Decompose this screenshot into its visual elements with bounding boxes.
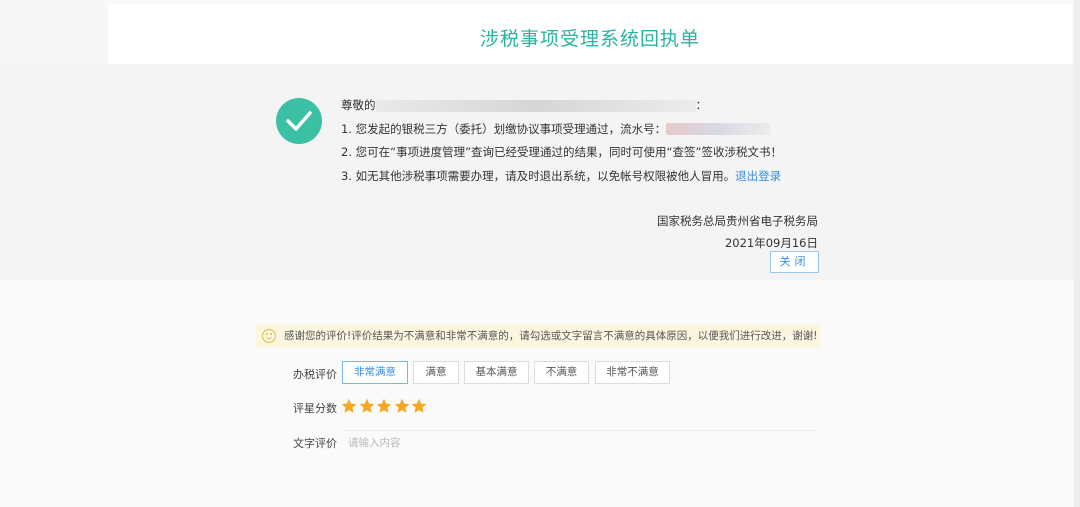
rating-label: 办税评价	[293, 368, 337, 381]
comment-input[interactable]	[342, 430, 818, 454]
header: 涉税事项受理系统回执单	[108, 4, 1072, 64]
page: 涉税事项受理系统回执单 尊敬的 ： 1. 您发起的银税三方（委托）划缴协议事项受理…	[0, 0, 1080, 507]
page-title: 涉税事项受理系统回执单	[479, 28, 700, 50]
scrollbar[interactable]	[1074, 0, 1080, 507]
star-icon[interactable]	[376, 398, 392, 414]
redacted-serial-number	[666, 123, 771, 135]
logout-link[interactable]: 退出登录	[735, 169, 781, 183]
option-very-satisfied[interactable]: 非常满意	[342, 361, 408, 384]
close-button[interactable]: 关闭	[770, 251, 819, 273]
smile-icon	[262, 329, 276, 343]
evaluation-notice: 感谢您的评价!评价结果为不满意和非常不满意的，请勾选或文字留言不满意的具体原因，…	[256, 324, 820, 348]
message-line-1: 1. 您发起的银税三方（委托）划缴协议事项受理通过，流水号：	[341, 118, 821, 142]
option-very-dissatisfied[interactable]: 非常不满意	[595, 361, 670, 384]
signature-org: 国家税务总局贵州省电子税务局	[657, 214, 818, 228]
star-icon[interactable]	[411, 398, 427, 414]
star-icon[interactable]	[394, 398, 410, 414]
star-icon[interactable]	[359, 398, 375, 414]
greeting-prefix: 尊敬的	[341, 98, 376, 112]
line3-text: 3. 如无其他涉税事项需要办理，请及时退出系统，以免帐号权限被他人冒用。	[341, 168, 736, 183]
option-dissatisfied[interactable]: 不满意	[534, 361, 589, 384]
greeting-line: 尊敬的 ：	[341, 94, 821, 118]
text-label: 文字评价	[293, 437, 337, 450]
success-check-icon	[276, 98, 322, 144]
line1-text: 1. 您发起的银税三方（委托）划缴协议事项受理通过，流水号：	[341, 121, 667, 136]
redacted-name	[375, 99, 696, 112]
notice-text: 感谢您的评价!评价结果为不满意和非常不满意的，请勾选或文字留言不满意的具体原因，…	[284, 330, 818, 342]
greeting-suffix: ：	[695, 98, 708, 112]
receipt-message: 尊敬的 ： 1. 您发起的银税三方（委托）划缴协议事项受理通过，流水号： 2. 您…	[341, 94, 821, 188]
message-line-2: 2. 您可在“事项进度管理”查询已经受理通过的结果，同时可使用“查签”签收涉税文…	[341, 145, 782, 159]
option-basically-satisfied[interactable]: 基本满意	[464, 361, 529, 384]
signature: 国家税务总局贵州省电子税务局 2021年09月16日	[657, 210, 818, 254]
star-icon[interactable]	[341, 398, 357, 414]
score-label: 评星分数	[293, 402, 337, 415]
message-line-3: 3. 如无其他涉税事项需要办理，请及时退出系统，以免帐号权限被他人冒用。退出登录	[341, 165, 821, 189]
option-satisfied[interactable]: 满意	[413, 361, 459, 384]
evaluation-section	[0, 280, 1080, 507]
